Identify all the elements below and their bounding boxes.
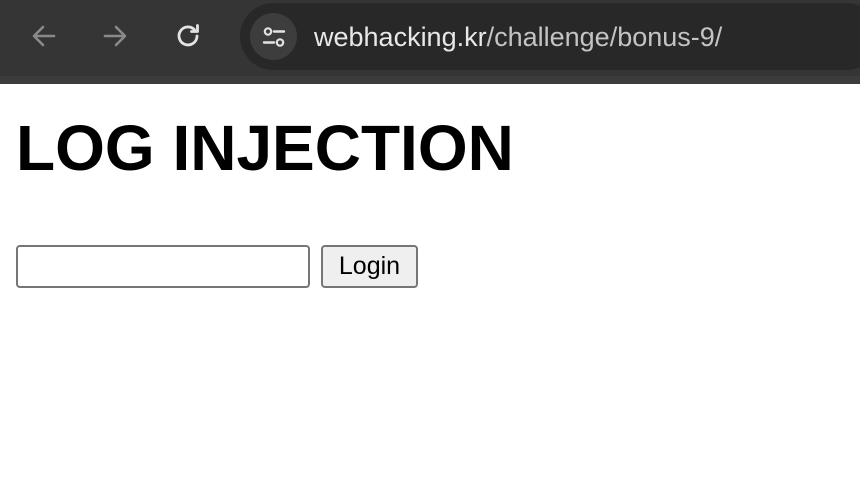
page-title: LOG INJECTION	[16, 112, 514, 184]
site-info-button[interactable]	[250, 13, 297, 60]
page-content: LOG INJECTION Login	[0, 84, 860, 504]
url-host: webhacking.kr	[314, 22, 487, 52]
login-button[interactable]: Login	[321, 245, 418, 288]
login-input[interactable]	[16, 245, 310, 288]
forward-button[interactable]	[93, 14, 137, 58]
url-path: /challenge/bonus-9/	[486, 22, 723, 52]
arrow-right-icon	[103, 25, 127, 47]
browser-toolbar-bar: webhacking.kr/challenge/bonus-9/	[0, 0, 860, 76]
back-button[interactable]	[22, 14, 66, 58]
browser-toolbar: webhacking.kr/challenge/bonus-9/	[0, 0, 860, 84]
reload-icon	[177, 24, 199, 47]
arrow-left-icon	[32, 25, 56, 47]
address-bar[interactable]: webhacking.kr/challenge/bonus-9/	[240, 3, 860, 70]
tune-icon	[262, 26, 285, 47]
url-text[interactable]: webhacking.kr/challenge/bonus-9/	[314, 21, 722, 53]
reload-button[interactable]	[166, 14, 210, 58]
